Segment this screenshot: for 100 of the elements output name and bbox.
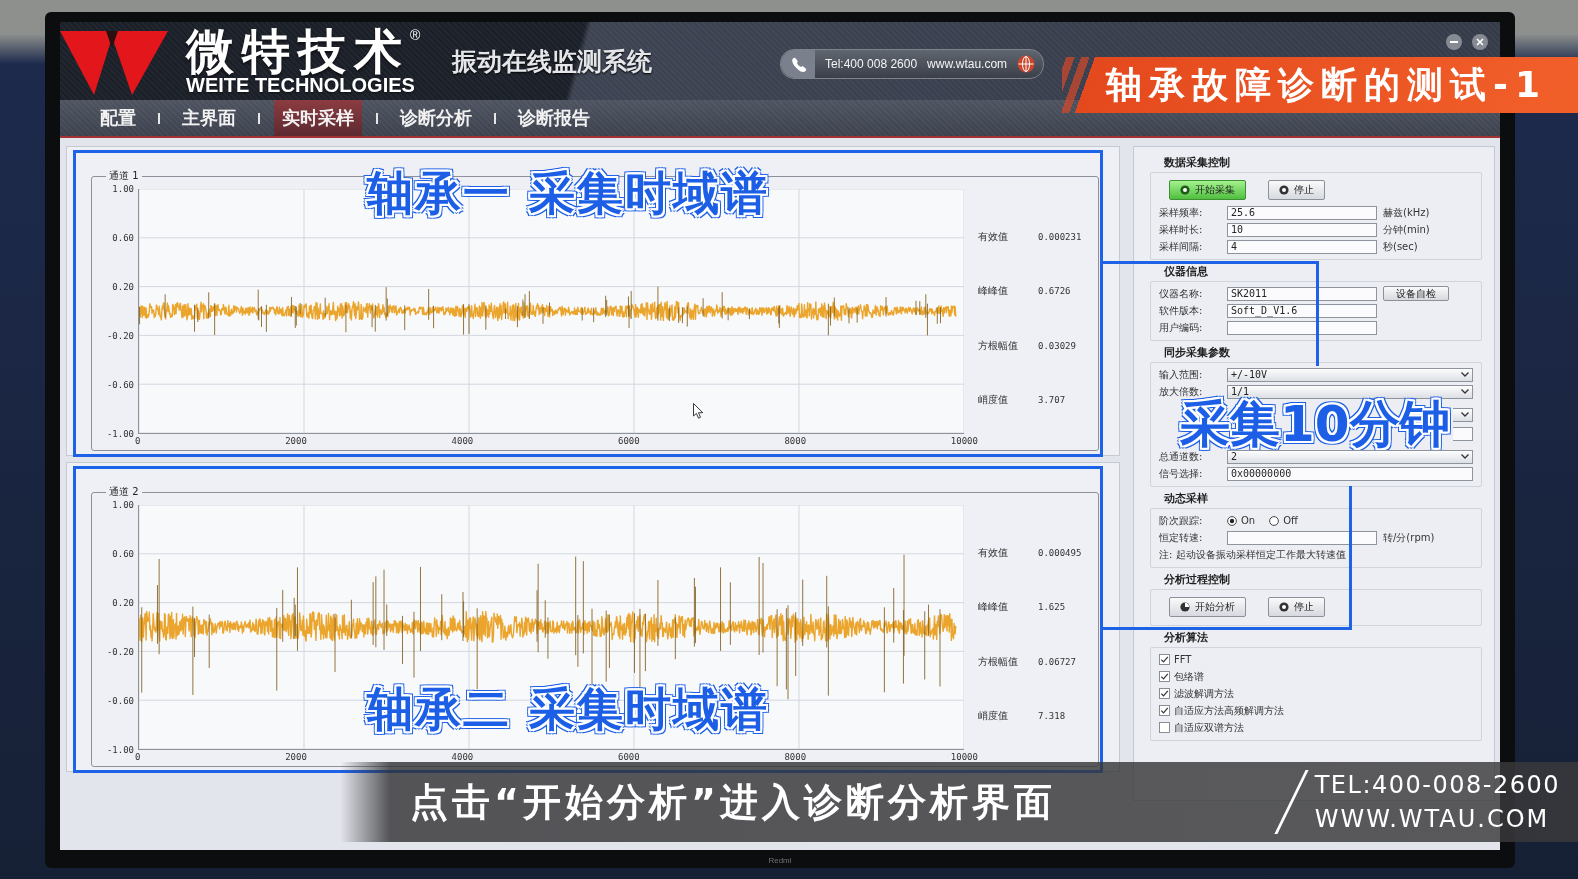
checkbox-option[interactable]: 自适应双谱方法 <box>1159 720 1244 735</box>
y-axis-label: -0.20 <box>106 646 134 658</box>
caption-text: 点击“开始分析”进入诊断分析界面 <box>410 780 1056 824</box>
checkbox-option[interactable]: 自适应方法高频解调方法 <box>1159 703 1284 718</box>
field-label: 信号选择: <box>1159 467 1204 480</box>
y-axis-label: 0.60 <box>112 548 134 560</box>
x-axis-label: 2000 <box>285 435 307 448</box>
field-label: 采样频率: <box>1159 206 1204 219</box>
nav-tab[interactable]: 主界面 <box>174 100 244 136</box>
stat-value: 3.707 <box>1038 395 1066 406</box>
minimize-button[interactable] <box>1446 34 1462 50</box>
stat-value: 0.6726 <box>1038 286 1071 297</box>
stat-label: 有效值 <box>978 545 1009 560</box>
nav-tab[interactable]: 诊断分析 <box>392 100 480 136</box>
stat-label: 方根幅值 <box>978 338 1019 353</box>
unit-label: 赫兹(kHz) <box>1383 206 1430 219</box>
minimize-icon <box>1450 41 1458 43</box>
field-label: 采样时长: <box>1159 223 1204 236</box>
radio-option[interactable]: Off <box>1269 514 1298 527</box>
phone-number: Tel:400 008 2600 <box>825 57 918 71</box>
x-axis-label: 10000 <box>950 751 978 764</box>
stat-label: 有效值 <box>978 229 1009 244</box>
unit-label: 转/分(rpm) <box>1383 531 1435 544</box>
x-axis-label: 10000 <box>950 435 978 448</box>
x-axis-label: 0 <box>135 751 141 764</box>
dropdown[interactable]: 2 <box>1227 449 1473 464</box>
nav-tab[interactable]: 实时采样 <box>274 100 362 136</box>
video-title: 轴承故障诊断的测试-1 <box>1106 65 1547 105</box>
y-axis-label: -0.20 <box>106 330 134 342</box>
y-axis-label: -1.00 <box>106 428 134 440</box>
stat-label: 方根幅值 <box>978 654 1019 669</box>
dropdown[interactable]: 1/1 <box>1227 384 1473 399</box>
group-title: 仪器信息 <box>1164 265 1208 278</box>
dropdown[interactable]: +/-10V <box>1227 367 1473 382</box>
action-button[interactable]: 停止 <box>1268 597 1325 617</box>
field-label: 软件版本: <box>1159 304 1204 317</box>
stat-value: 0.000231 <box>1038 231 1082 242</box>
caret-icon <box>1461 372 1469 377</box>
stat-value: 0.03029 <box>1038 340 1076 351</box>
y-axis-label: 1.00 <box>112 499 134 511</box>
stat-label: 峭度值 <box>978 393 1009 408</box>
caret-icon <box>1461 454 1469 459</box>
brand-name: 微特技术 <box>186 28 410 74</box>
stat-value: 0.06727 <box>1038 656 1076 667</box>
input-field[interactable]: 4 <box>1227 239 1377 254</box>
dropdown[interactable] <box>1453 407 1473 422</box>
radio-option[interactable]: On <box>1227 514 1256 527</box>
contact-text: TEL:400-008-2600 <box>1314 771 1560 799</box>
y-axis-label: 1.00 <box>112 183 134 195</box>
logo-icon <box>60 30 168 96</box>
input-field[interactable]: 10 <box>1227 222 1377 237</box>
pie-icon <box>1180 602 1190 612</box>
checkbox-option[interactable]: FFT <box>1159 652 1192 667</box>
x-axis-label: 4000 <box>451 751 474 764</box>
y-axis-label: -0.60 <box>106 695 134 707</box>
group-title: 分析算法 <box>1164 631 1208 644</box>
stat-label: 峰峰值 <box>978 284 1009 299</box>
field-label: 恒定转速: <box>1159 531 1204 544</box>
group-title: 数据采集控制 <box>1164 156 1230 169</box>
input-field[interactable] <box>1453 426 1473 441</box>
action-button[interactable]: 开始采集 <box>1169 180 1246 200</box>
field-label: 总通道数: <box>1159 450 1204 463</box>
caret-icon <box>1461 412 1469 417</box>
self-check-button[interactable]: 设备自检 <box>1383 286 1449 301</box>
stat-value: 7.318 <box>1038 711 1066 722</box>
input-field[interactable]: SK2011 <box>1227 286 1377 301</box>
field-label: 采样间隔: <box>1159 240 1204 253</box>
action-button[interactable]: 停止 <box>1268 180 1325 200</box>
checkbox-option[interactable]: 滤波解调方法 <box>1159 686 1234 701</box>
callout-label: 轴承一 采集时域谱 <box>367 169 769 217</box>
website-link[interactable]: www.wtau.com <box>927 57 1008 71</box>
nav-tab[interactable]: 配置 <box>92 100 144 136</box>
field-label: 用户编码: <box>1159 321 1204 334</box>
x-axis-label: 2000 <box>285 751 307 764</box>
unit-label: 分钟(min) <box>1383 223 1430 236</box>
field-label: 放大倍数: <box>1159 385 1204 398</box>
monitor-brand: Redmi <box>768 856 792 865</box>
cursor-icon <box>693 403 704 419</box>
unit-label: 秒(sec) <box>1383 240 1418 253</box>
input-field[interactable] <box>1227 530 1377 545</box>
group-title: 分析过程控制 <box>1164 573 1230 586</box>
ring-icon <box>1279 185 1289 195</box>
input-field[interactable]: 0x00000000 <box>1227 466 1473 481</box>
x-axis-label: 0 <box>135 435 141 448</box>
close-button[interactable] <box>1472 34 1488 50</box>
input-field[interactable] <box>1227 320 1377 335</box>
system-title: 振动在线监测系统 <box>452 45 652 78</box>
close-icon <box>1476 38 1484 46</box>
stat-label: 峭度值 <box>978 709 1009 724</box>
x-axis-label: 6000 <box>618 435 640 448</box>
action-button[interactable]: 开始分析 <box>1169 597 1246 617</box>
ring-icon <box>1279 602 1289 612</box>
x-axis-label: 8000 <box>784 751 807 764</box>
y-axis-label: -0.60 <box>106 379 134 391</box>
nav-tab[interactable]: 诊断报告 <box>510 100 598 136</box>
input-field[interactable]: Soft_D_V1.6 <box>1227 303 1377 318</box>
checkbox-option[interactable]: 包络谱 <box>1159 669 1204 684</box>
ring-icon <box>1180 185 1190 195</box>
x-axis-label: 8000 <box>784 435 807 448</box>
input-field[interactable]: 25.6 <box>1227 205 1377 220</box>
